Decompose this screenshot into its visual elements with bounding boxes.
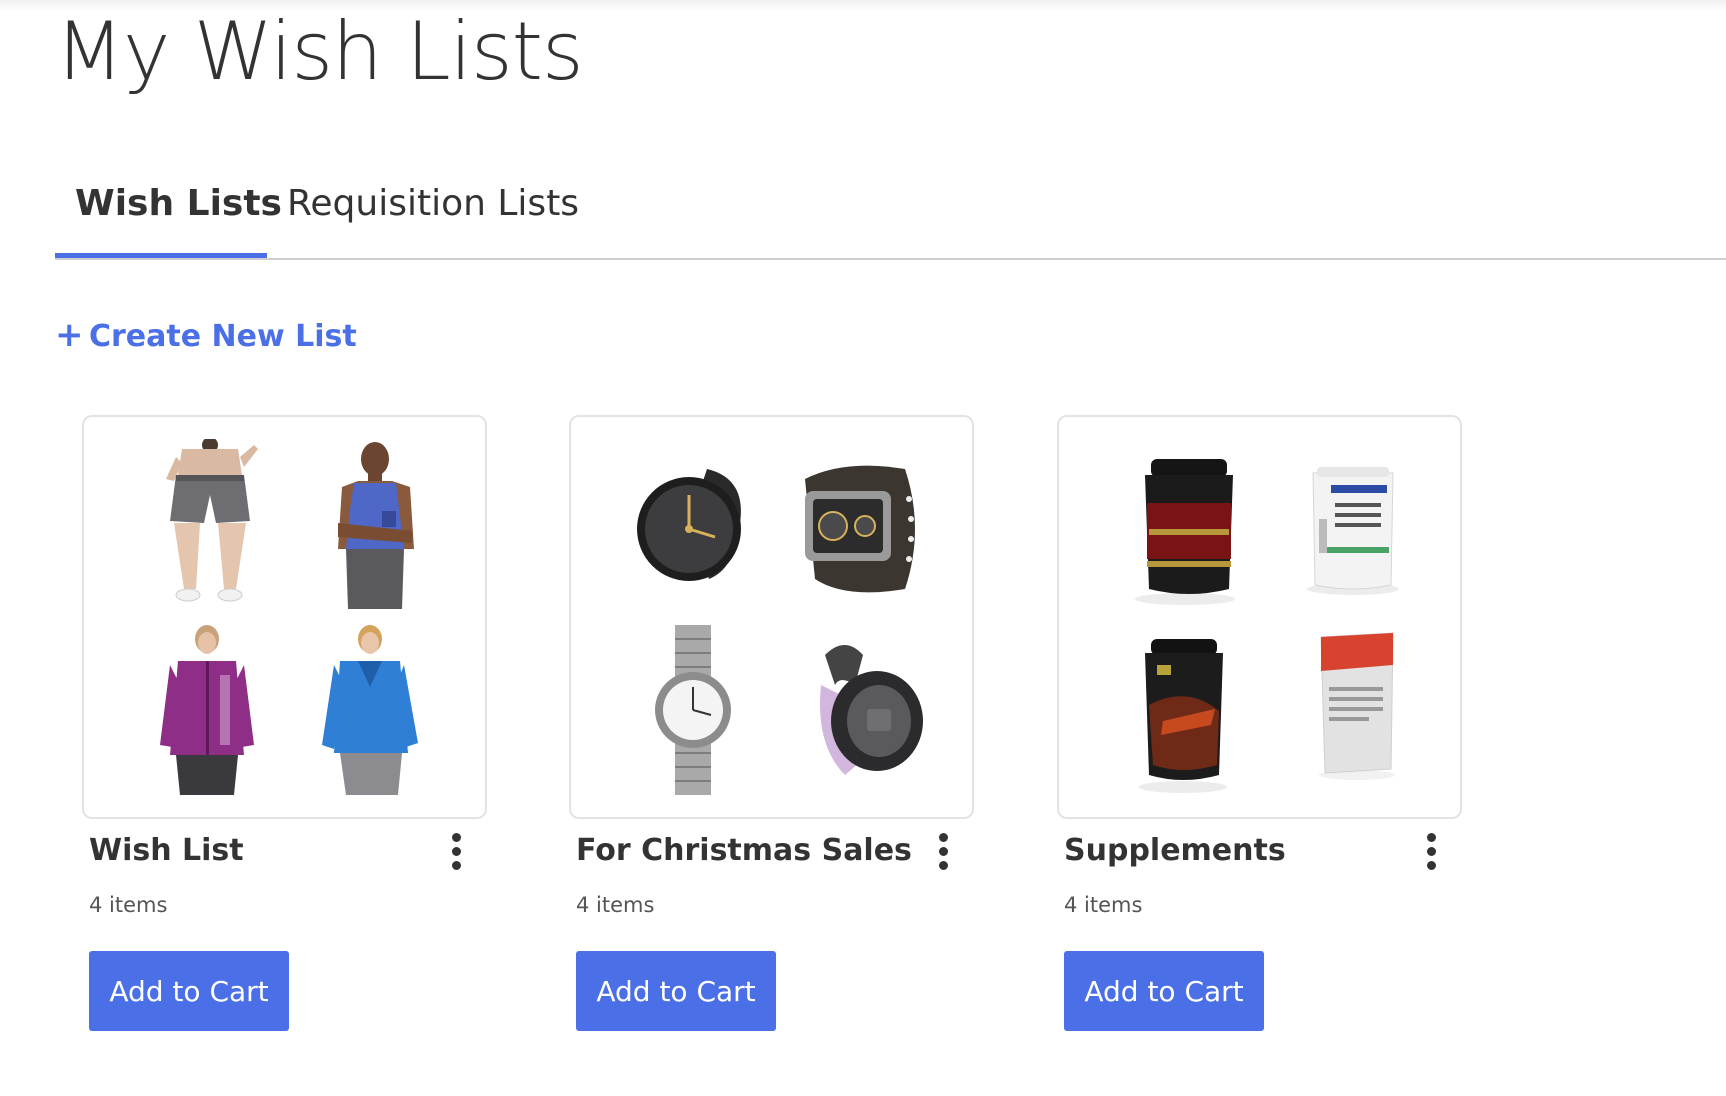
whey-protein-tub-image (1107, 439, 1257, 609)
tab-requisition-lists[interactable]: Requisition Lists (287, 180, 579, 258)
more-options-icon[interactable] (1417, 829, 1447, 875)
wish-list-thumbnail-grid[interactable] (82, 415, 487, 819)
supplements-thumbnail-grid[interactable] (1057, 415, 1462, 819)
purple-jacket-image (132, 625, 282, 795)
page-title: My Wish Lists (55, 5, 584, 98)
more-options-icon[interactable] (442, 829, 472, 875)
b-complex-jar-image (1273, 439, 1423, 609)
brown-leather-watch-image (785, 439, 935, 609)
steel-link-watch-image (619, 625, 769, 795)
pink-digital-watch-image (785, 625, 935, 795)
black-sport-watch-image (619, 439, 769, 609)
list-name[interactable]: For Christmas Sales (576, 833, 912, 868)
list-item-count: 4 items (89, 893, 168, 917)
nitro-tech-tub-image (1107, 625, 1257, 795)
list-name[interactable]: Wish List (89, 833, 409, 868)
tab-bar: Wish Lists Requisition Lists (55, 150, 1726, 260)
plus-icon: + (55, 315, 84, 355)
create-new-list-label: Create New List (89, 319, 357, 354)
wish-lists-page: My Wish Lists Wish Lists Requisition Lis… (0, 0, 1726, 1096)
list-item-count: 4 items (576, 893, 655, 917)
list-name[interactable]: Supplements (1064, 833, 1384, 868)
create-new-list-link[interactable]: + Create New List (55, 315, 357, 355)
add-to-cart-button[interactable]: Add to Cart (1064, 951, 1264, 1031)
blue-pullover-image (298, 625, 448, 795)
gray-shorts-image (132, 439, 282, 609)
sport-pouch-image (1273, 625, 1423, 795)
christmas-sales-thumbnail-grid[interactable] (569, 415, 974, 819)
more-options-icon[interactable] (929, 829, 959, 875)
tab-wish-lists[interactable]: Wish Lists (55, 180, 282, 258)
add-to-cart-button[interactable]: Add to Cart (89, 951, 289, 1031)
add-to-cart-button[interactable]: Add to Cart (576, 951, 776, 1031)
list-item-count: 4 items (1064, 893, 1143, 917)
blue-tank-top-image (298, 439, 448, 609)
